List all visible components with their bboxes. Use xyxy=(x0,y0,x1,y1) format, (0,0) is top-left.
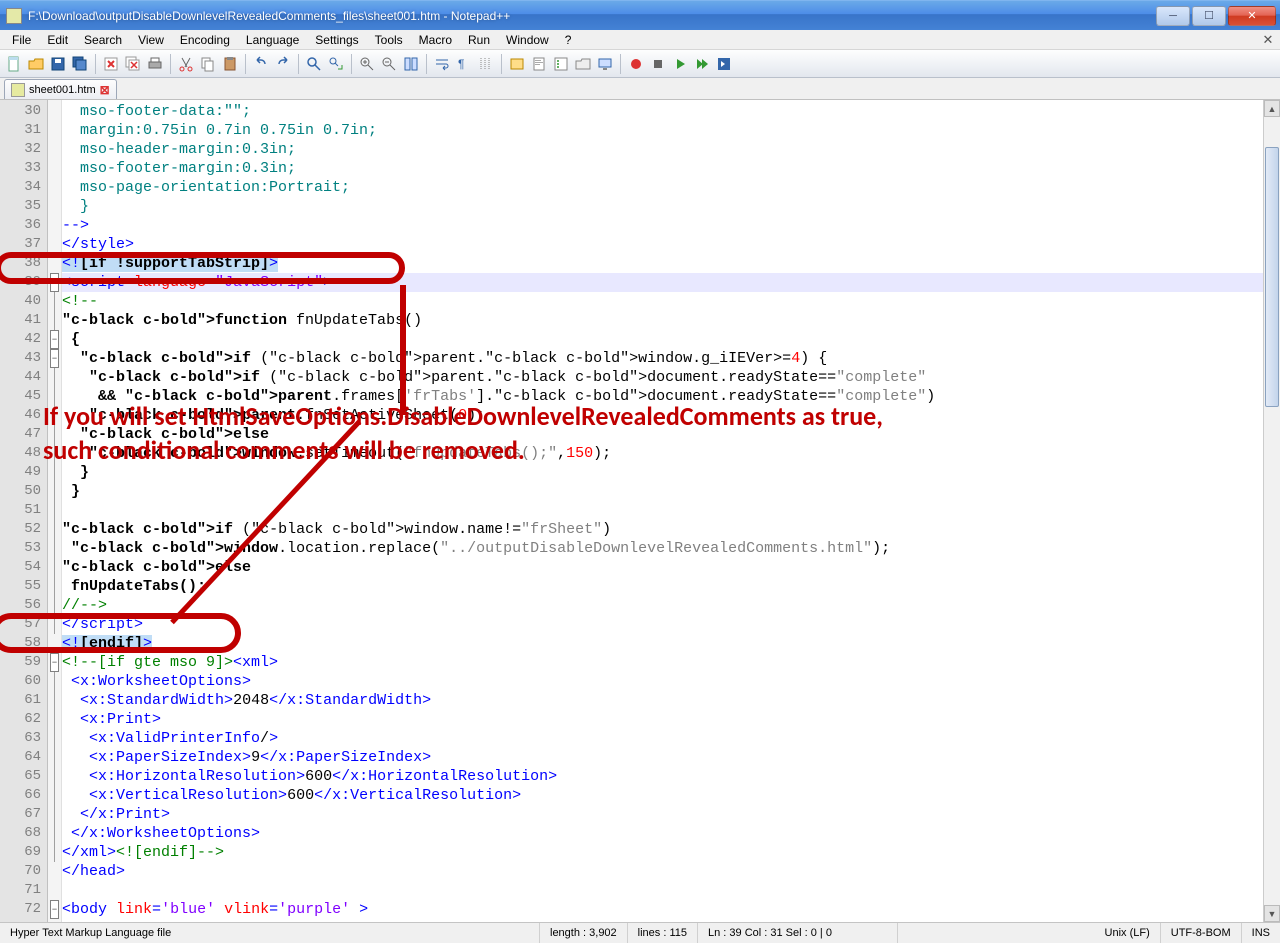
minimize-button[interactable]: ─ xyxy=(1156,6,1190,26)
menu-macro[interactable]: Macro xyxy=(411,31,460,49)
play-multi-icon[interactable] xyxy=(692,54,712,74)
status-bar: Hyper Text Markup Language file length :… xyxy=(0,922,1280,943)
status-mode[interactable]: INS xyxy=(1242,923,1280,943)
redo-icon[interactable] xyxy=(273,54,293,74)
close-button[interactable]: ✕ xyxy=(1228,6,1276,26)
function-list-icon[interactable] xyxy=(551,54,571,74)
doc-map-icon[interactable] xyxy=(529,54,549,74)
toolbar-separator xyxy=(95,54,96,74)
close-file-icon[interactable] xyxy=(101,54,121,74)
replace-icon[interactable] xyxy=(326,54,346,74)
new-file-icon[interactable] xyxy=(4,54,24,74)
save-macro-icon[interactable] xyxy=(714,54,734,74)
toolbar: ¶ xyxy=(0,50,1280,78)
svg-text:¶: ¶ xyxy=(458,57,464,71)
indent-guide-icon[interactable] xyxy=(476,54,496,74)
menu-encoding[interactable]: Encoding xyxy=(172,31,238,49)
save-all-icon[interactable] xyxy=(70,54,90,74)
menu-window[interactable]: Window xyxy=(498,31,557,49)
toolbar-separator xyxy=(245,54,246,74)
menu-search[interactable]: Search xyxy=(76,31,130,49)
record-macro-icon[interactable] xyxy=(626,54,646,74)
user-lang-icon[interactable] xyxy=(507,54,527,74)
status-encoding[interactable]: UTF-8-BOM xyxy=(1161,923,1242,943)
menu-help[interactable]: ? xyxy=(557,31,580,49)
app-icon xyxy=(6,8,22,24)
status-length: length : 3,902 xyxy=(540,923,628,943)
menu-settings[interactable]: Settings xyxy=(307,31,366,49)
window-title-bar: F:\Download\outputDisableDownlevelReveal… xyxy=(0,0,1280,30)
menu-edit[interactable]: Edit xyxy=(39,31,76,49)
toolbar-separator xyxy=(298,54,299,74)
vertical-scrollbar[interactable]: ▲ ▼ xyxy=(1263,100,1280,922)
zoom-in-icon[interactable] xyxy=(357,54,377,74)
code-editor[interactable]: mso-footer-data:""; margin:0.75in 0.7in … xyxy=(62,100,1263,922)
line-number-gutter: 3031323334353637383940414243444546474849… xyxy=(0,100,48,922)
status-lines: lines : 115 xyxy=(628,923,698,943)
annotation-connector-vertical xyxy=(400,285,406,415)
toolbar-separator xyxy=(620,54,621,74)
tab-bar: sheet001.htm ⊠ xyxy=(0,78,1280,100)
file-tab-label: sheet001.htm xyxy=(29,84,96,96)
status-eol[interactable]: Unix (LF) xyxy=(1095,923,1161,943)
menu-bar: File Edit Search View Encoding Language … xyxy=(0,30,1280,50)
find-icon[interactable] xyxy=(304,54,324,74)
status-language: Hyper Text Markup Language file xyxy=(0,923,540,943)
stop-macro-icon[interactable] xyxy=(648,54,668,74)
folder-workspace-icon[interactable] xyxy=(573,54,593,74)
menu-tools[interactable]: Tools xyxy=(367,31,411,49)
window-controls: ─ ☐ ✕ xyxy=(1154,6,1276,26)
show-all-chars-icon[interactable]: ¶ xyxy=(454,54,474,74)
menu-view[interactable]: View xyxy=(130,31,172,49)
fold-column: −−−−− xyxy=(48,100,62,922)
toolbar-separator xyxy=(170,54,171,74)
cut-icon[interactable] xyxy=(176,54,196,74)
toolbar-separator xyxy=(501,54,502,74)
menu-run[interactable]: Run xyxy=(460,31,498,49)
save-icon[interactable] xyxy=(48,54,68,74)
file-tab[interactable]: sheet001.htm ⊠ xyxy=(4,79,117,99)
file-tab-icon xyxy=(11,83,25,97)
tab-close-icon[interactable]: ⊠ xyxy=(100,83,110,97)
menu-close-doc-icon[interactable]: ✕ xyxy=(1260,32,1276,48)
open-file-icon[interactable] xyxy=(26,54,46,74)
maximize-button[interactable]: ☐ xyxy=(1192,6,1226,26)
toolbar-separator xyxy=(426,54,427,74)
scroll-thumb[interactable] xyxy=(1265,147,1279,407)
paste-icon[interactable] xyxy=(220,54,240,74)
close-all-icon[interactable] xyxy=(123,54,143,74)
scroll-down-icon[interactable]: ▼ xyxy=(1264,905,1280,922)
scroll-up-icon[interactable]: ▲ xyxy=(1264,100,1280,117)
undo-icon[interactable] xyxy=(251,54,271,74)
monitor-icon[interactable] xyxy=(595,54,615,74)
menu-file[interactable]: File xyxy=(4,31,39,49)
menu-language[interactable]: Language xyxy=(238,31,307,49)
editor-area: 3031323334353637383940414243444546474849… xyxy=(0,100,1280,922)
status-position: Ln : 39 Col : 31 Sel : 0 | 0 xyxy=(698,923,898,943)
zoom-out-icon[interactable] xyxy=(379,54,399,74)
print-icon[interactable] xyxy=(145,54,165,74)
word-wrap-icon[interactable] xyxy=(432,54,452,74)
play-macro-icon[interactable] xyxy=(670,54,690,74)
copy-icon[interactable] xyxy=(198,54,218,74)
toolbar-separator xyxy=(351,54,352,74)
sync-scroll-icon[interactable] xyxy=(401,54,421,74)
window-title: F:\Download\outputDisableDownlevelReveal… xyxy=(28,9,1154,23)
scroll-track[interactable] xyxy=(1264,117,1280,905)
